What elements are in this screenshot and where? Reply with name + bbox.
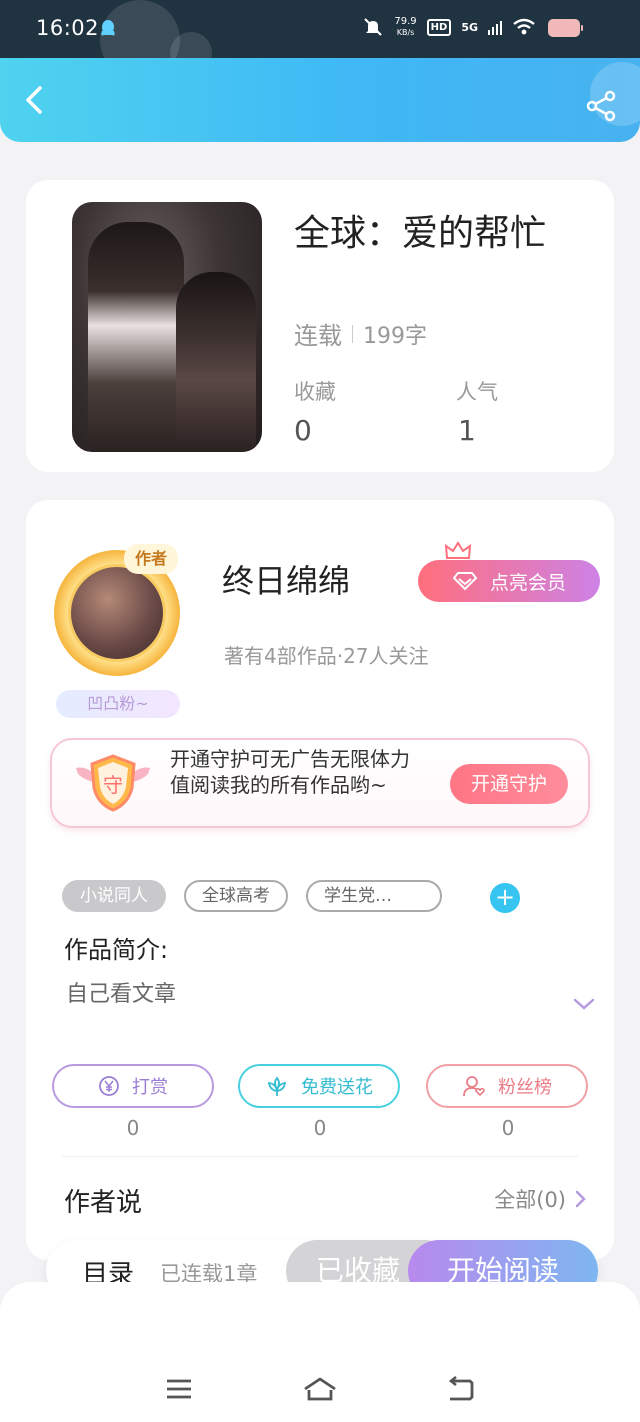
- back-nav-icon[interactable]: [446, 1376, 476, 1402]
- yen-coin-icon: [99, 1076, 119, 1096]
- intro-label: 作品简介:: [64, 936, 169, 964]
- reward-button[interactable]: 打赏: [52, 1064, 214, 1108]
- favorites-value: 0: [294, 414, 312, 447]
- menu-icon[interactable]: [164, 1376, 194, 1402]
- tag-item[interactable]: 全球高考: [184, 880, 288, 912]
- tag-item[interactable]: 小说同人: [62, 880, 166, 912]
- fans-ranking-button[interactable]: 粉丝榜: [426, 1064, 588, 1108]
- guard-shield-char: 守: [103, 773, 123, 797]
- meta-divider: [352, 324, 353, 343]
- popularity-label: 人气: [456, 380, 498, 404]
- favorites-label: 收藏: [294, 380, 336, 404]
- author-badge: 作者: [124, 544, 178, 574]
- author-avatar[interactable]: 作者: [52, 544, 182, 676]
- open-guard-button[interactable]: 开通守护: [450, 764, 568, 804]
- book-cover[interactable]: [72, 202, 262, 452]
- author-name[interactable]: 终日绵绵: [222, 556, 350, 602]
- send-flower-button[interactable]: 免费送花: [238, 1064, 400, 1108]
- book-info-card: 全球：爱的帮忙 连载 199字 收藏 人气 0 1: [26, 180, 614, 472]
- home-icon[interactable]: [302, 1376, 338, 1402]
- fan-badge: 凹凸粉~: [56, 690, 180, 718]
- share-icon[interactable]: [586, 90, 618, 122]
- avatar: [68, 564, 166, 662]
- flower-label: 免费送花: [301, 1077, 373, 1098]
- guard-text: 开通守护可无广告无限体力值阅读我的所有作品哟~: [170, 747, 410, 797]
- author-say-title: 作者说: [64, 1188, 143, 1218]
- tag-item[interactable]: 学生党…: [306, 880, 442, 912]
- system-nav-bar: [0, 1282, 640, 1422]
- net-speed: 79.9 KB/s: [394, 16, 416, 38]
- net-speed-value: 79.9: [394, 16, 417, 27]
- flower-count: 0: [313, 1116, 327, 1140]
- vip-button-label: 点亮会员: [489, 571, 566, 594]
- add-tag-button[interactable]: +: [490, 883, 520, 913]
- book-meta: 连载 199字: [294, 316, 427, 351]
- back-arrow-icon[interactable]: [18, 80, 54, 120]
- battery-icon: [548, 19, 583, 37]
- status-bar: 16:02 79.9 KB/s HD 5G: [0, 0, 640, 80]
- tag-list: 小说同人 全球高考 学生党…: [62, 880, 442, 912]
- vip-button[interactable]: 点亮会员: [418, 560, 600, 602]
- mute-icon: [364, 18, 383, 36]
- user-heart-icon: [463, 1076, 485, 1097]
- cover-figure: [176, 272, 256, 452]
- author-card: 作者 凹凸粉~ 终日绵绵 著有4部作品·27人关注 点亮会员 守 开通守护可无广…: [26, 500, 614, 1260]
- chevron-right-icon: [575, 1190, 586, 1208]
- qq-notification-icon: [101, 20, 115, 36]
- top-header: [0, 58, 640, 142]
- author-say-all-label: 全部(0): [494, 1188, 566, 1212]
- popularity-value: 1: [458, 414, 476, 447]
- reward-count: 0: [126, 1116, 140, 1140]
- wifi-icon: [513, 18, 535, 35]
- section-divider: [62, 1156, 578, 1157]
- author-info: 著有4部作品·27人关注: [224, 644, 429, 668]
- author-say-all-link[interactable]: 全部(0): [494, 1184, 586, 1214]
- intro-text: 自己看文章: [66, 982, 177, 1007]
- fans-label: 粉丝榜: [498, 1077, 552, 1098]
- fans-count: 0: [501, 1116, 515, 1140]
- status-time: 16:02: [36, 16, 100, 40]
- chevron-down-icon[interactable]: [572, 996, 596, 1012]
- book-status: 连载: [294, 322, 342, 350]
- network-type: 5G: [461, 20, 478, 34]
- word-count: 199字: [363, 323, 427, 349]
- hd-badge: HD: [426, 18, 452, 36]
- crown-icon: [444, 541, 472, 559]
- guard-shield-icon: 守: [76, 754, 150, 812]
- net-speed-unit: KB/s: [396, 28, 415, 37]
- diamond-icon: [452, 572, 478, 591]
- cover-figure: [88, 222, 184, 452]
- reward-label: 打赏: [132, 1077, 168, 1098]
- flower-icon: [267, 1076, 287, 1096]
- guard-promo: 守 开通守护可无广告无限体力值阅读我的所有作品哟~ 开通守护: [50, 738, 590, 828]
- signal-icon: [488, 21, 502, 35]
- book-title: 全球：爱的帮忙: [294, 213, 547, 254]
